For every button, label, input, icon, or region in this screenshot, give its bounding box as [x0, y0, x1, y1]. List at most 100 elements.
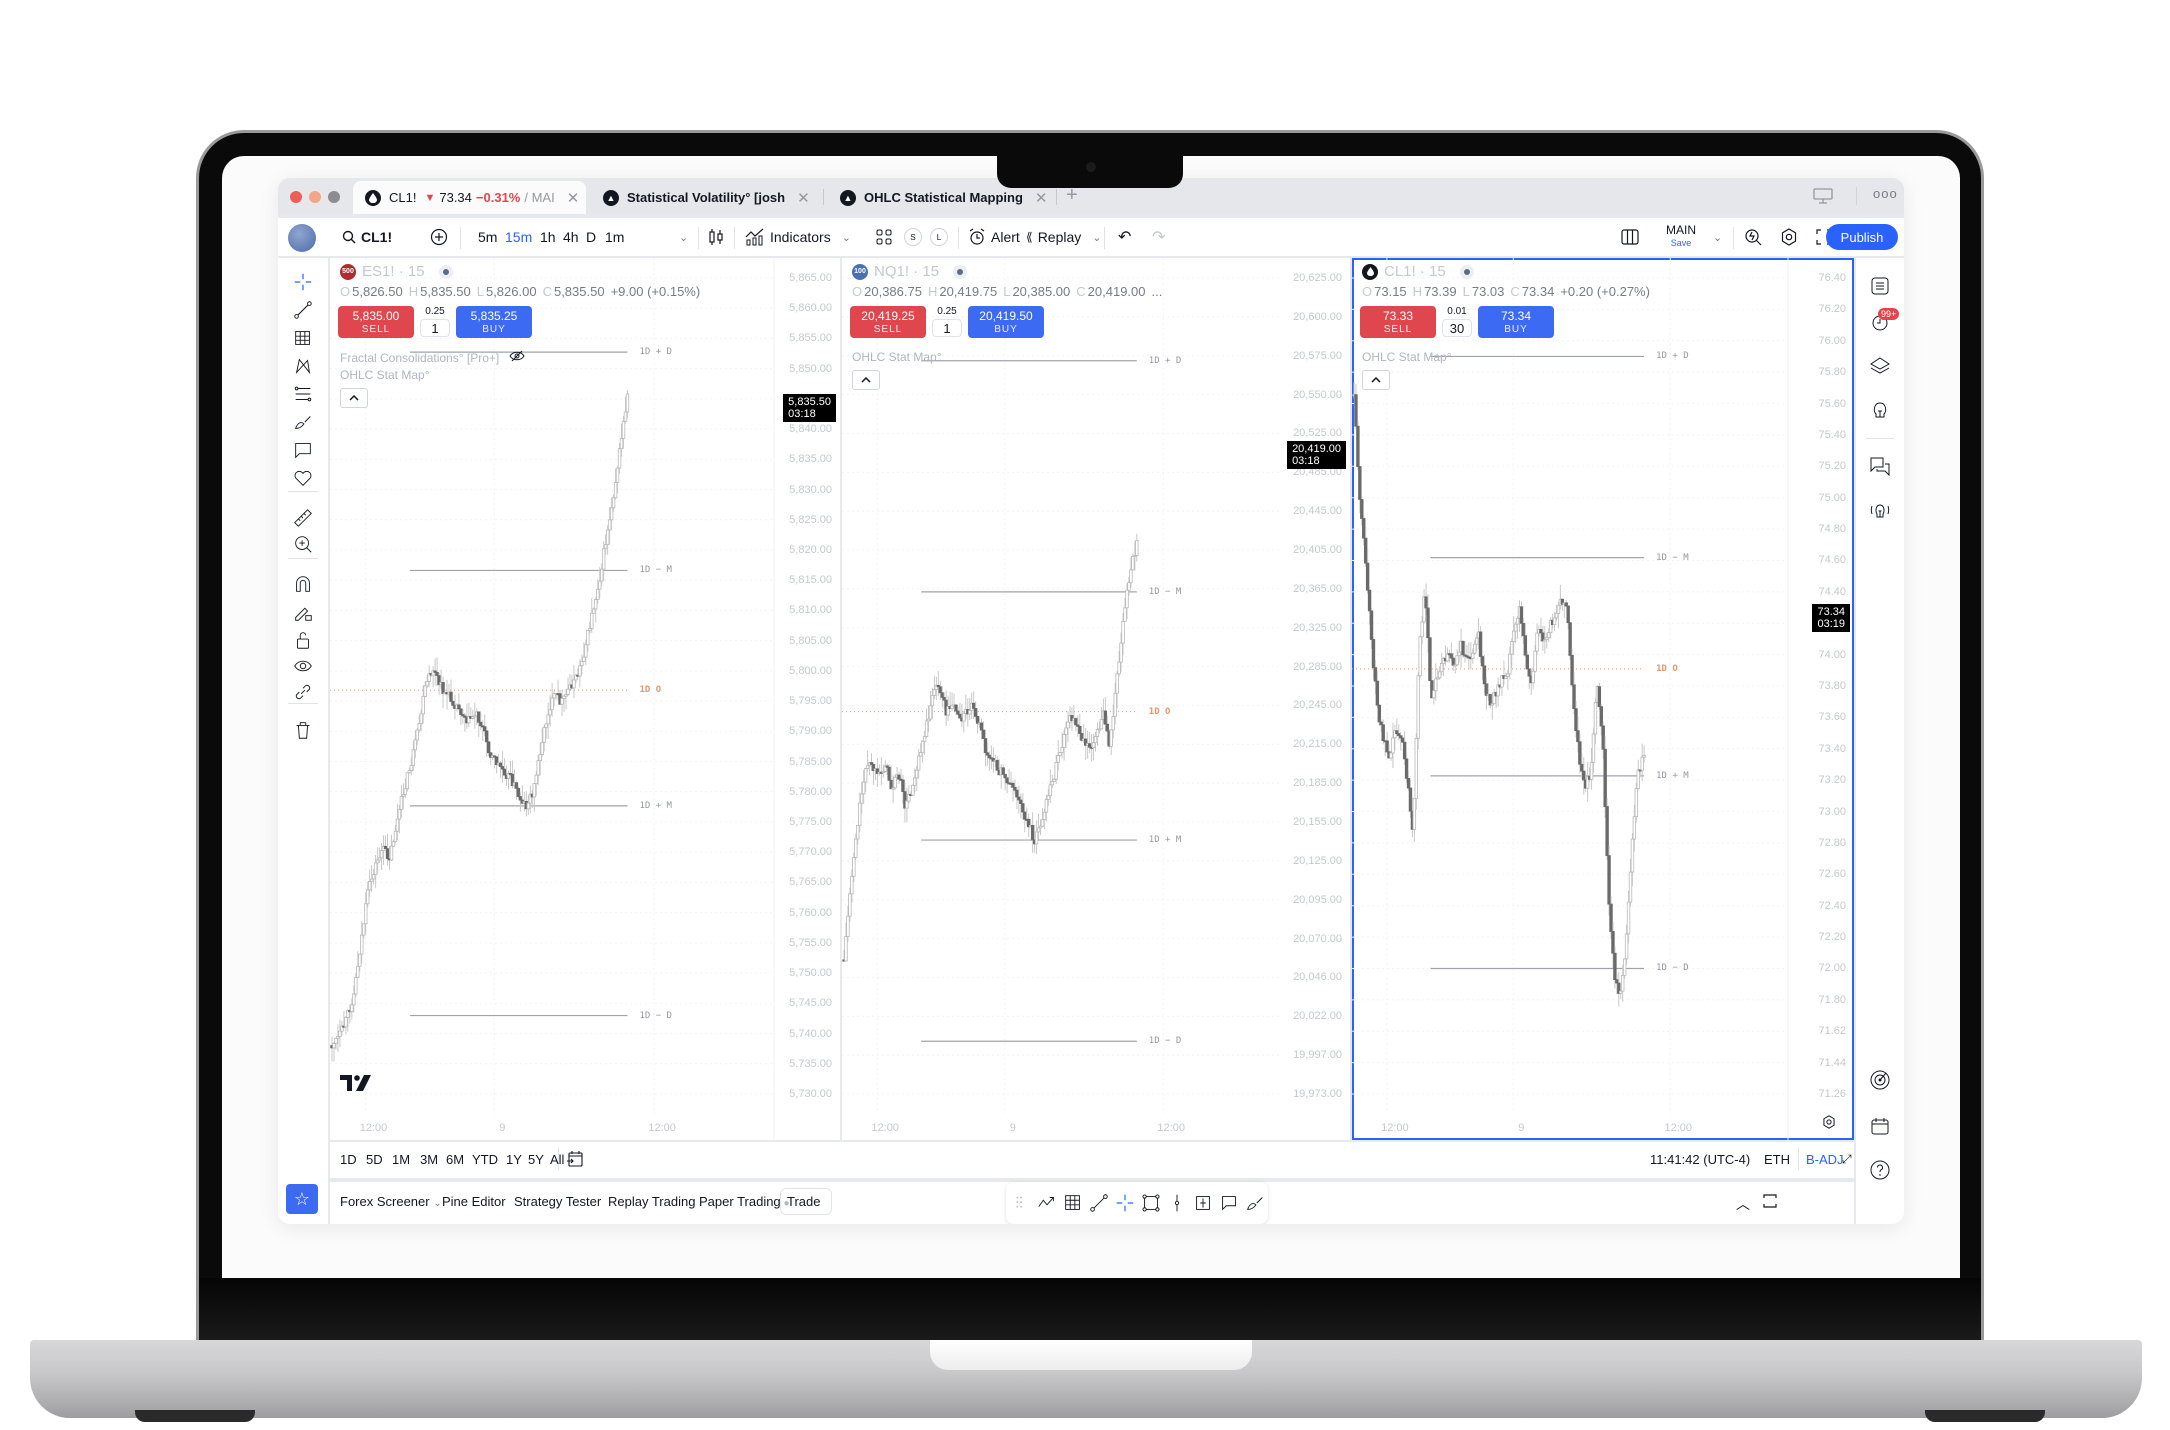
callout-icon[interactable] [1218, 1192, 1240, 1214]
ideas-bulb-icon[interactable] [1868, 398, 1892, 422]
interval-1h[interactable]: 1h [540, 218, 556, 256]
range-5d[interactable]: 5D [366, 1152, 383, 1167]
chart-pane-es1[interactable]: 1D + D 1D − M 1D O 1D + M 1D − D 5,865.00 5,86… [330, 258, 840, 1140]
interval-5m[interactable]: 5m [478, 218, 497, 256]
monitor-icon[interactable] [1813, 188, 1833, 209]
indicator-legend[interactable]: Fractal Consolidations° [Pro+] [340, 350, 525, 365]
interval-D[interactable]: D [586, 218, 596, 256]
layout-dropdown-icon[interactable]: ⌄ [1713, 218, 1722, 256]
undo-button[interactable]: ↶ [1118, 218, 1131, 256]
settings-button[interactable] [1780, 218, 1798, 256]
tradingview-logo[interactable] [340, 1074, 372, 1097]
trendline-icon[interactable] [1088, 1192, 1110, 1214]
sell-button[interactable]: 20,419.25 SELL [850, 306, 926, 338]
symbol-legend[interactable]: 100 NQ1! · 15 [852, 263, 968, 280]
close-tab-icon[interactable]: ✕ [797, 189, 810, 207]
ruler-icon[interactable] [291, 506, 315, 530]
interval-dropdown-icon[interactable]: ⌄ [679, 218, 688, 256]
tab-statistical-volatility[interactable]: ▲ Statistical Volatility° [josh ✕ [591, 181, 819, 214]
market-status-icon[interactable] [438, 264, 453, 279]
unlock-icon[interactable] [291, 628, 315, 652]
layers-icon[interactable] [1868, 354, 1892, 378]
interval-1m[interactable]: 1m [605, 218, 624, 256]
time-axis[interactable]: 12:00 9 12:00 [330, 1114, 840, 1140]
hidden-eye-icon[interactable] [509, 350, 525, 365]
rectangle-icon[interactable] [1140, 1192, 1162, 1214]
tab-trade[interactable]: Trade [780, 1188, 832, 1215]
range-6m[interactable]: 6M [446, 1152, 464, 1167]
buy-button[interactable]: 73.34 BUY [1478, 306, 1554, 338]
range-5y[interactable]: 5Y [528, 1152, 544, 1167]
buy-button[interactable]: 5,835.25 BUY [456, 306, 532, 338]
link-icon[interactable] [291, 680, 315, 704]
replay-button[interactable]: ⟪ Replay ⌄ [1026, 218, 1102, 256]
chart-pane-nq1[interactable]: 1D + D 1D − M 1D O 1D + M 1D − D 20,625.00 20,… [842, 258, 1350, 1140]
market-status-icon[interactable] [1459, 264, 1474, 279]
tab-cl1[interactable]: CL1! ▼ 73.34 −0.31% / MAI ✕ [353, 181, 586, 214]
magnet-icon[interactable] [291, 572, 315, 596]
layout-save-button[interactable]: MAIN Save [1666, 218, 1696, 256]
indicator-legend[interactable]: OHLC Stat Map° [852, 350, 942, 364]
trendline-icon[interactable] [291, 298, 315, 322]
maximize-panel-icon[interactable] [1762, 1193, 1778, 1212]
compare-symbol-button[interactable] [430, 218, 448, 256]
collapse-panel-icon[interactable]: ︿ [1736, 1194, 1750, 1214]
calendar-icon[interactable] [1868, 1114, 1892, 1138]
quantity-value[interactable]: 1 [420, 319, 450, 337]
chat-icon[interactable] [1868, 454, 1892, 478]
time-axis[interactable]: 12:00 9 12:00 [842, 1114, 1350, 1140]
tab-strategy-tester[interactable]: Strategy Tester [514, 1194, 601, 1209]
alert-button[interactable]: Alert [968, 218, 1020, 256]
indicator-legend[interactable]: OHLC Stat Map° [340, 368, 430, 382]
range-1y[interactable]: 1Y [506, 1152, 522, 1167]
time-axis[interactable]: 12:00 9 12:00 [1352, 1114, 1854, 1140]
quantity-value[interactable]: 1 [932, 319, 962, 337]
fib-grid-icon[interactable] [291, 326, 315, 350]
long-position-icon[interactable] [1192, 1192, 1214, 1214]
brush-icon[interactable] [291, 410, 315, 434]
price-axis[interactable]: 76.40 76.20 76.00 75.80 75.60 75.40 75.20 75.00… [1788, 258, 1854, 1140]
symbol-legend[interactable]: CL1! · 15 [1362, 263, 1474, 280]
multi-chart-layout-button[interactable] [1621, 218, 1639, 256]
sell-button[interactable]: 73.33 SELL [1360, 306, 1436, 338]
clock-readout[interactable]: 11:41:42 (UTC-4) [1650, 1152, 1750, 1167]
drag-handle-icon[interactable] [1010, 1192, 1032, 1214]
chart-settings-icon[interactable] [1822, 1115, 1836, 1134]
chart-pane-cl1[interactable]: 1D + D 1D − M 1D O 1D + M 1D − D 76.40 76.20 76… [1352, 258, 1854, 1140]
quantity-field[interactable]: 0.25 1 [420, 306, 450, 337]
crosshair-icon[interactable] [291, 270, 315, 294]
range-1d[interactable]: 1D [340, 1152, 357, 1167]
publish-button[interactable]: Publish [1826, 224, 1898, 250]
tab-forex-screener[interactable]: Forex Screener ⌄ [340, 1194, 442, 1209]
tab-replay-trading[interactable]: Replay Trading [608, 1194, 695, 1209]
zoom-in-icon[interactable] [291, 532, 315, 556]
symbol-search-button[interactable]: CL1! [342, 218, 392, 256]
interval-4h[interactable]: 4h [563, 218, 579, 256]
range-ytd[interactable]: YTD [472, 1152, 498, 1167]
quick-search-button[interactable] [1744, 218, 1762, 256]
collapse-legend-button[interactable] [852, 370, 880, 390]
help-icon[interactable] [1868, 1158, 1892, 1182]
range-all[interactable]: All [550, 1152, 564, 1167]
sell-button[interactable]: 5,835.00 SELL [338, 306, 414, 338]
buy-button[interactable]: 20,419.50 BUY [968, 306, 1044, 338]
heart-icon[interactable] [291, 466, 315, 490]
minimize-window-button[interactable] [309, 191, 321, 203]
adjustment-toggle[interactable]: B-ADJ [1806, 1152, 1844, 1167]
s-toggle[interactable]: S [904, 218, 922, 256]
goto-date-button[interactable] [566, 1150, 584, 1173]
price-axis[interactable]: 20,625.00 20,600.00 20,575.00 20,550.00 20,5… [1282, 258, 1350, 1140]
lock-drawing-icon[interactable] [291, 600, 315, 624]
text-callout-icon[interactable] [291, 438, 315, 462]
redo-button[interactable]: ↷ [1152, 218, 1165, 256]
close-tab-icon[interactable]: ✕ [1035, 189, 1048, 207]
indicator-legend[interactable]: OHLC Stat Map° [1362, 350, 1452, 364]
signals-bulb-icon[interactable] [1868, 498, 1892, 522]
session-toggle[interactable]: ETH [1764, 1152, 1790, 1167]
chart-type-button[interactable] [708, 218, 724, 256]
close-tab-icon[interactable]: ✕ [567, 189, 580, 207]
interval-15m[interactable]: 15m [505, 218, 532, 256]
trend-angle-icon[interactable] [1036, 1192, 1058, 1214]
symbol-legend[interactable]: 500 ES1! · 15 [340, 263, 453, 280]
l-toggle[interactable]: L [930, 218, 948, 256]
